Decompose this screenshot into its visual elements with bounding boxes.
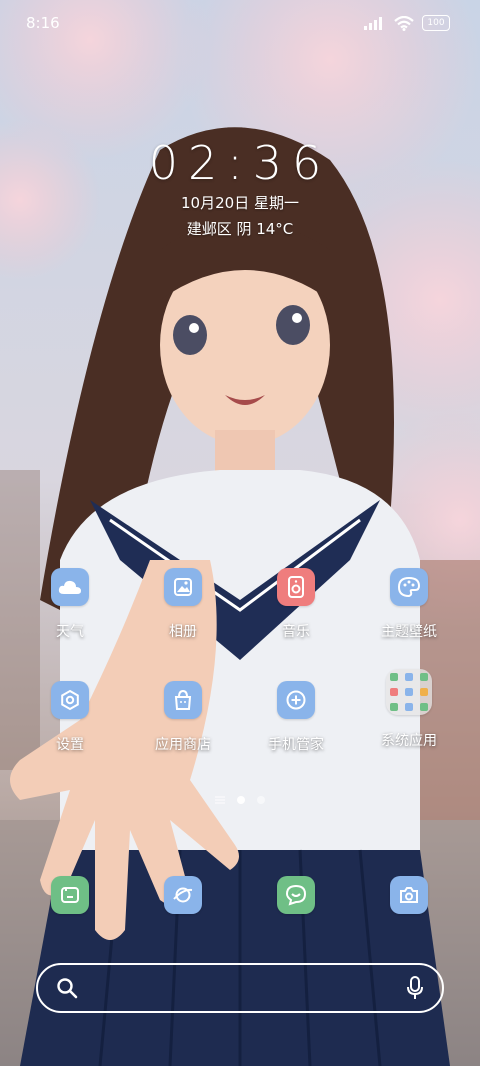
- app-folder-system[interactable]: 系统应用: [361, 669, 457, 750]
- wifi-icon: [394, 15, 414, 31]
- app-label: 相册: [169, 624, 197, 640]
- menu-lines-icon: [215, 796, 225, 804]
- shopping-bag-icon: [164, 681, 202, 719]
- plus-circle-icon: [277, 681, 315, 719]
- app-store[interactable]: 应用商店: [135, 681, 231, 754]
- signal-icon: [364, 17, 382, 30]
- music-speaker-icon: [277, 568, 315, 606]
- app-settings[interactable]: 设置: [22, 681, 118, 754]
- search-icon: [57, 978, 78, 999]
- search-input[interactable]: [88, 979, 396, 997]
- browser-planet-icon: [164, 876, 202, 914]
- gear-icon: [51, 681, 89, 719]
- chat-face-icon: [277, 876, 315, 914]
- app-label: 音乐: [282, 624, 310, 640]
- search-bar[interactable]: [36, 963, 444, 1013]
- app-label: 手机管家: [268, 737, 324, 753]
- app-phone-manager[interactable]: 手机管家: [248, 681, 344, 754]
- page-dot: [257, 796, 265, 804]
- dock-chat[interactable]: [248, 876, 344, 914]
- camera-icon: [390, 876, 428, 914]
- app-label: 主题壁纸: [381, 624, 437, 640]
- app-label: 应用商店: [155, 737, 211, 753]
- battery-indicator: 100: [422, 15, 450, 31]
- microphone-icon[interactable]: [406, 976, 424, 1000]
- palette-icon: [390, 568, 428, 606]
- app-music[interactable]: 音乐: [248, 568, 344, 641]
- app-weather[interactable]: 天气: [22, 568, 118, 641]
- status-time: 8:16: [26, 14, 60, 32]
- app-themes[interactable]: 主题壁纸: [361, 568, 457, 641]
- dock-messages[interactable]: [22, 876, 118, 914]
- app-label: 天气: [56, 624, 84, 640]
- folder-icon: [386, 669, 432, 715]
- dock-camera[interactable]: [361, 876, 457, 914]
- dock-browser[interactable]: [135, 876, 231, 914]
- app-label: 系统应用: [381, 733, 437, 749]
- date: 10月20日 星期一: [181, 194, 299, 212]
- weather-summary: 建邺区 阴 14°C: [186, 220, 294, 238]
- page-dot-active: [237, 796, 245, 804]
- clock: 02:36: [148, 136, 332, 190]
- page-indicator[interactable]: [0, 796, 480, 804]
- app-gallery[interactable]: 相册: [135, 568, 231, 641]
- messages-icon: [51, 876, 89, 914]
- status-icons: 100: [364, 15, 450, 31]
- gallery-icon: [164, 568, 202, 606]
- cloud-icon: [51, 568, 89, 606]
- app-label: 设置: [56, 737, 84, 753]
